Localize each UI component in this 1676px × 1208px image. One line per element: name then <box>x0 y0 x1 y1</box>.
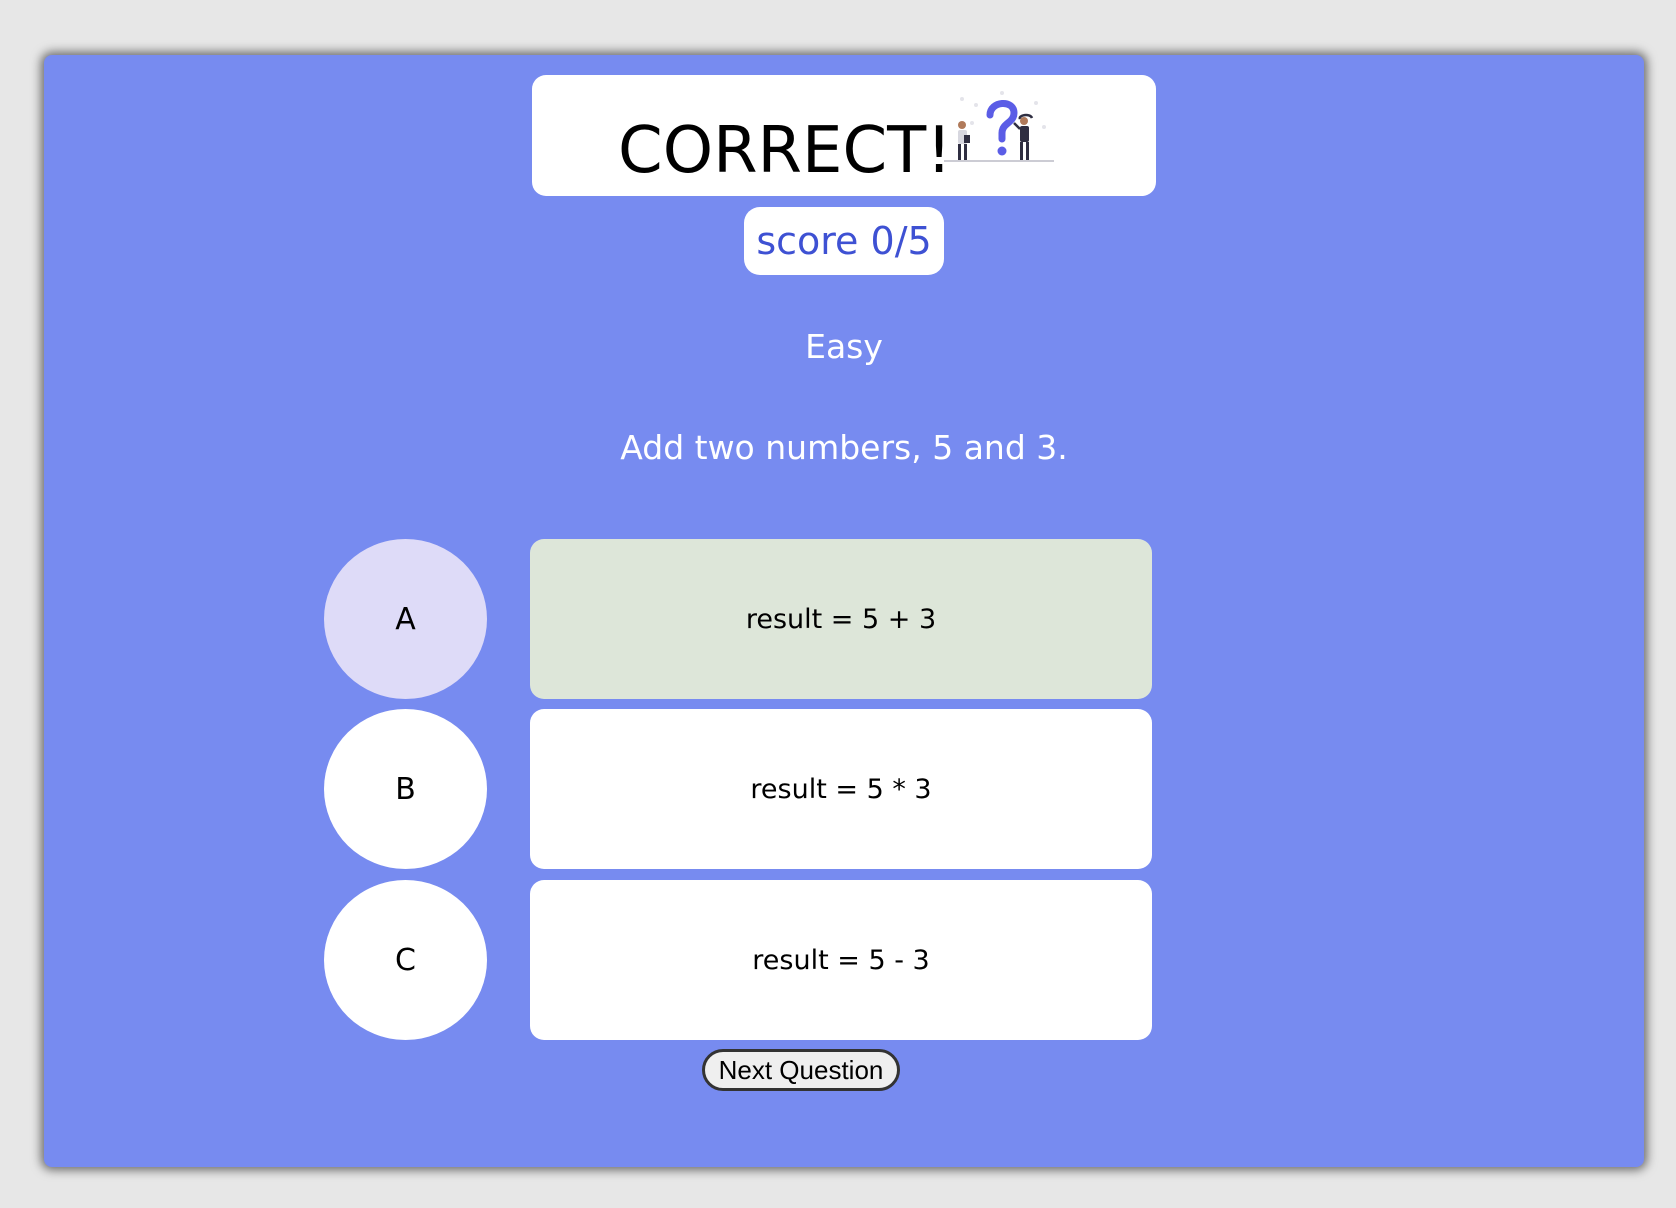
difficulty-label: Easy <box>805 327 883 366</box>
score-text: score 0/5 <box>756 219 932 263</box>
next-question-button[interactable]: Next Question <box>702 1049 900 1091</box>
option-b-answer[interactable]: result = 5 * 3 <box>530 709 1152 869</box>
option-c-answer[interactable]: result = 5 - 3 <box>530 880 1152 1040</box>
option-c-letter[interactable]: C <box>324 880 487 1040</box>
option-b-letter[interactable]: B <box>324 709 487 869</box>
question-text: Add two numbers, 5 and 3. <box>620 428 1068 467</box>
score-badge: score 0/5 <box>744 207 944 275</box>
option-a-letter[interactable]: A <box>324 539 487 699</box>
option-a-answer[interactable]: result = 5 + 3 <box>530 539 1152 699</box>
people-question-mark-icon <box>944 91 1054 162</box>
result-text: CORRECT! <box>618 114 952 188</box>
quiz-window: CORRECT! score 0/5 Easy Add two numbers,… <box>44 55 1644 1167</box>
result-banner: CORRECT! <box>532 75 1156 196</box>
